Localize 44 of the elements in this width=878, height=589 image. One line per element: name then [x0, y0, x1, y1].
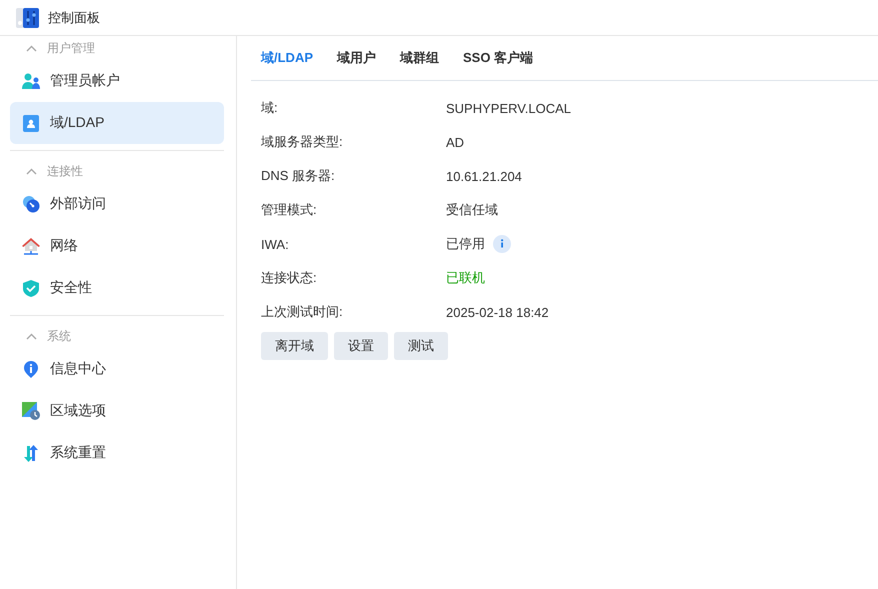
action-button[interactable]: 离开域 — [261, 332, 328, 360]
field-value: 已停用 — [446, 235, 485, 253]
action-button[interactable]: 设置 — [334, 332, 388, 360]
tab[interactable]: SSO 客户端 — [463, 49, 534, 67]
directory-icon — [22, 114, 40, 132]
field-value: 受信任域 — [446, 201, 498, 219]
section-title: 系统 — [47, 328, 71, 344]
sidebar-item[interactable]: 域/LDAP — [10, 102, 224, 144]
region-icon — [22, 402, 40, 420]
field-value: AD — [446, 134, 464, 150]
sidebar-item[interactable]: 系统重置 — [10, 432, 224, 474]
action-button[interactable]: 测试 — [394, 332, 448, 360]
house-icon — [22, 237, 40, 255]
field-label: 域服务器类型: — [261, 133, 344, 151]
field-label: 域: — [261, 99, 279, 117]
shield-icon — [22, 279, 40, 297]
window-title: 控制面板 — [48, 8, 100, 26]
sidebar-item[interactable]: 外部访问 — [10, 183, 224, 225]
chevron-icon[interactable] — [26, 168, 37, 174]
sidebar-item[interactable]: 管理员帐户 — [10, 60, 224, 102]
section-title: 用户管理 — [47, 40, 95, 56]
sidebar-item[interactable]: 区域选项 — [10, 390, 224, 432]
info-icon[interactable] — [493, 235, 511, 253]
status-value: 已联机 — [446, 269, 485, 287]
field-label: 管理模式: — [261, 201, 318, 219]
field-label: IWA: — [261, 236, 290, 252]
tab[interactable]: 域/LDAP — [261, 49, 313, 67]
field-label: DNS 服务器: — [261, 167, 336, 185]
control-panel-icon — [16, 6, 40, 30]
info-icon — [22, 360, 40, 378]
field-value: 2025-02-18 18:42 — [446, 304, 549, 320]
chevron-icon[interactable] — [26, 44, 37, 52]
tab[interactable]: 域群组 — [400, 49, 439, 67]
sidebar-item[interactable]: 安全性 — [10, 267, 224, 309]
field-value: 10.61.21.204 — [446, 168, 522, 184]
sidebar-item[interactable]: 网络 — [10, 225, 224, 267]
tab[interactable]: 域用户 — [337, 49, 376, 67]
sidebar-item[interactable]: 信息中心 — [10, 348, 224, 390]
field-label: 连接状态: — [261, 269, 318, 287]
users-icon — [22, 72, 40, 90]
field-value: SUPHYPERV.LOCAL — [446, 100, 572, 116]
chevron-icon[interactable] — [26, 332, 37, 340]
section-title: 连接性 — [47, 162, 83, 180]
field-label: 上次测试时间: — [261, 303, 344, 321]
